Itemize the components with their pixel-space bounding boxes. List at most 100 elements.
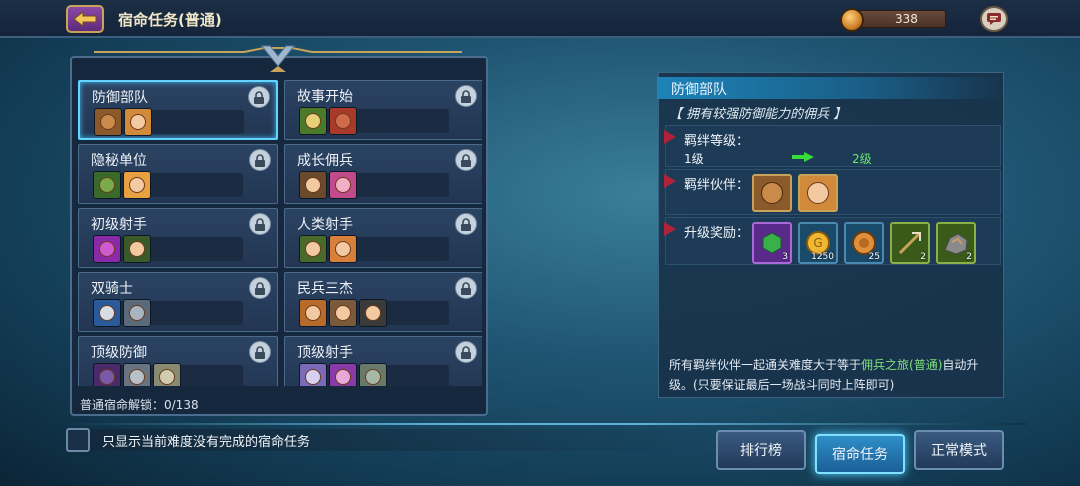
task-card-junior-archer[interactable]: 初级射手 xyxy=(78,208,278,268)
normal-mode-button[interactable]: 正常模式 xyxy=(914,430,1004,470)
task-detail-panel: 防御部队 【 拥有较强防御能力的佣兵 】 羁绊等级： 1级 2级 羁绊伙伴： 升… xyxy=(657,72,1004,398)
reward-bronze-coin[interactable]: 25 xyxy=(844,222,884,264)
message-button[interactable] xyxy=(980,6,1008,32)
note-text: 所有羁绊伙伴一起通关难度大于等于 xyxy=(669,358,862,372)
upgrade-note: 所有羁绊伙伴一起通关难度大于等于佣兵之旅(普通)自动升级。(只要保证最后一场战斗… xyxy=(669,355,997,395)
hero-avatar xyxy=(329,299,357,327)
hero-avatar xyxy=(359,363,387,386)
hero-avatar xyxy=(93,299,121,327)
level-to: 2级 xyxy=(852,152,872,166)
upgrade-rewards-label: 升级奖励： xyxy=(684,226,750,241)
partner-avatar[interactable] xyxy=(752,174,792,212)
task-name: 成长佣兵 xyxy=(297,153,353,169)
upgrade-rewards-row: 升级奖励： 3 G 1250 25 2 2 xyxy=(664,217,1001,265)
task-card-stealth-unit[interactable]: 隐秘单位 xyxy=(78,144,278,204)
task-name: 初级射手 xyxy=(91,217,147,233)
task-name: 顶级射手 xyxy=(297,345,353,361)
reward-count: 3 xyxy=(782,252,788,262)
lock-icon xyxy=(249,277,271,299)
message-icon xyxy=(987,13,1001,25)
hero-avatar xyxy=(299,363,327,386)
page-title: 宿命任务(普通) xyxy=(118,11,222,29)
hero-avatar xyxy=(123,171,151,199)
reward-green-gem[interactable]: 3 xyxy=(752,222,792,264)
bond-partners-row: 羁绊伙伴： xyxy=(664,169,1001,215)
gold-bar: 338 xyxy=(854,10,946,28)
task-name: 民兵三杰 xyxy=(297,281,353,297)
task-list-panel: 防御部队 故事开始 隐秘单位 成长佣兵 初级射手 人类射手 双骑士 民兵三杰 顶… xyxy=(70,56,488,416)
back-arrow-icon xyxy=(73,10,97,28)
task-card-growing-mercenary[interactable]: 成长佣兵 xyxy=(284,144,482,204)
task-name: 隐秘单位 xyxy=(91,153,147,169)
hero-avatar xyxy=(123,235,151,263)
task-grid: 防御部队 故事开始 隐秘单位 成长佣兵 初级射手 人类射手 双骑士 民兵三杰 顶… xyxy=(78,80,482,386)
reward-count: 25 xyxy=(868,252,880,262)
reward-ore[interactable]: 2 xyxy=(936,222,976,264)
gold-display: 338 xyxy=(840,8,946,32)
lock-icon xyxy=(248,86,270,108)
lock-icon xyxy=(455,149,477,171)
task-card-human-archer[interactable]: 人类射手 xyxy=(284,208,482,268)
row-marker-icon xyxy=(664,222,676,236)
reward-count: 2 xyxy=(920,252,926,262)
task-card-militia-trio[interactable]: 民兵三杰 xyxy=(284,272,482,332)
lock-icon xyxy=(455,341,477,363)
svg-text:G: G xyxy=(813,236,822,250)
bond-partners-label: 羁绊伙伴： xyxy=(684,178,750,193)
hero-avatar xyxy=(153,363,181,386)
hero-avatar xyxy=(329,235,357,263)
reward-crossbow-part[interactable]: 2 xyxy=(890,222,930,264)
fate-task-button[interactable]: 宿命任务 xyxy=(815,434,905,474)
row-marker-icon xyxy=(664,174,676,188)
filter-checkbox[interactable] xyxy=(66,428,90,452)
hero-avatar xyxy=(93,171,121,199)
divider-line xyxy=(56,423,1026,425)
hero-avatar xyxy=(123,363,151,386)
reward-count: 2 xyxy=(966,252,972,262)
task-name: 故事开始 xyxy=(297,89,353,105)
task-card-top-defense[interactable]: 顶级防御 xyxy=(78,336,278,386)
lock-icon xyxy=(455,85,477,107)
task-card-top-archer[interactable]: 顶级射手 xyxy=(284,336,482,386)
arrow-right-icon xyxy=(792,152,814,162)
detail-title: 防御部队 xyxy=(671,82,727,98)
hero-avatar xyxy=(94,108,122,136)
unlock-status: 普通宿命解锁：0/138 xyxy=(80,398,199,412)
filter-row: 只显示当前难度没有完成的宿命任务 xyxy=(66,428,310,452)
row-marker-icon xyxy=(664,130,676,144)
level-from: 1级 xyxy=(684,152,704,166)
lock-icon xyxy=(249,341,271,363)
reward-count: 1250 xyxy=(811,252,834,262)
filter-label: 只显示当前难度没有完成的宿命任务 xyxy=(102,434,311,450)
hero-avatar xyxy=(299,171,327,199)
ranking-button[interactable]: 排行榜 xyxy=(716,430,806,470)
detail-description: 【 拥有较强防御能力的佣兵 】 xyxy=(669,107,847,122)
task-name: 防御部队 xyxy=(92,90,148,106)
task-card-defense-squad[interactable]: 防御部队 xyxy=(78,80,278,140)
hero-avatar xyxy=(299,107,327,135)
hero-avatar xyxy=(359,299,387,327)
hero-avatar xyxy=(299,235,327,263)
task-name: 双骑士 xyxy=(91,281,133,297)
detail-title-bar: 防御部队 xyxy=(657,77,1003,99)
task-name: 顶级防御 xyxy=(91,345,147,361)
green-gem-icon xyxy=(762,232,782,254)
task-card-twin-knights[interactable]: 双骑士 xyxy=(78,272,278,332)
reward-gold-coin[interactable]: G 1250 xyxy=(798,222,838,264)
note-highlight: 佣兵之旅(普通) xyxy=(861,358,943,372)
lock-icon xyxy=(249,213,271,235)
gold-coin-icon xyxy=(840,8,864,32)
task-card-story-begin[interactable]: 故事开始 xyxy=(284,80,482,140)
bond-level-label: 羁绊等级： xyxy=(684,134,750,149)
hero-avatar xyxy=(329,107,357,135)
hero-avatar xyxy=(299,299,327,327)
hero-avatar xyxy=(329,363,357,386)
lock-icon xyxy=(455,277,477,299)
panel-ornament-icon xyxy=(94,45,462,72)
hero-avatar xyxy=(93,235,121,263)
lock-icon xyxy=(249,149,271,171)
bond-level-row: 羁绊等级： 1级 2级 xyxy=(664,125,1001,167)
back-button[interactable] xyxy=(66,5,104,33)
gold-amount: 338 xyxy=(895,12,918,26)
partner-avatar[interactable] xyxy=(798,174,838,212)
